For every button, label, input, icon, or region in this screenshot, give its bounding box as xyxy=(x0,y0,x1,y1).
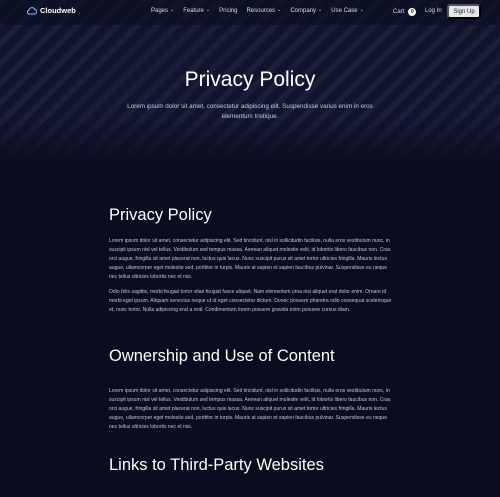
cart-label: Cart xyxy=(393,9,405,15)
main-menu: Pages ⌄ Feature ⌄ Pricing Resources ⌄ Co… xyxy=(151,7,364,14)
section-paragraph: Lorem ipsum dolor sit amet, consectetur … xyxy=(109,388,391,430)
chevron-down-icon: ⌄ xyxy=(205,7,211,13)
nav-item-label: Use Case xyxy=(331,8,358,14)
top-navbar: Cloudweb Pages ⌄ Feature ⌄ Pricing Resou… xyxy=(0,0,500,25)
cart-count-badge: 0 xyxy=(408,8,417,16)
login-link[interactable]: Log In xyxy=(425,8,442,14)
nav-item-pricing[interactable]: Pricing xyxy=(219,8,237,14)
nav-item-label: Pricing xyxy=(219,8,238,14)
nav-item-pages[interactable]: Pages ⌄ xyxy=(151,7,175,14)
cart-button[interactable]: Cart 0 xyxy=(393,8,417,16)
nav-item-label: Resources xyxy=(246,8,276,14)
nav-item-feature[interactable]: Feature ⌄ xyxy=(183,7,211,14)
nav-item-resources[interactable]: Resources ⌄ xyxy=(246,7,282,14)
section-heading: Ownership and Use of Content xyxy=(109,347,335,365)
section-heading: Links to Third-Party Websites xyxy=(109,456,324,474)
brand-name: Cloudweb xyxy=(40,6,76,15)
section-paragraph: Lorem ipsum dolor sit amet, consectetur … xyxy=(109,238,391,280)
chevron-down-icon: ⌄ xyxy=(277,7,282,13)
chevron-down-icon: ⌄ xyxy=(318,7,323,13)
cloud-icon xyxy=(26,6,37,15)
chevron-down-icon: ⌄ xyxy=(170,7,175,13)
signup-button[interactable]: Sign Up xyxy=(447,4,481,19)
brand-logo[interactable]: Cloudweb xyxy=(26,6,76,15)
chevron-down-icon: ⌄ xyxy=(359,7,364,13)
nav-item-label: Company xyxy=(290,8,317,14)
page-subtitle: Lorem ipsum dolor sit amet, consectetur … xyxy=(127,103,373,120)
nav-item-company[interactable]: Company ⌄ xyxy=(290,7,323,14)
nav-item-label: Pages xyxy=(151,8,169,14)
section-heading: Privacy Policy xyxy=(109,206,212,224)
nav-item-use-case[interactable]: Use Case ⌄ xyxy=(331,7,364,14)
nav-item-label: Feature xyxy=(183,8,204,14)
page-title: Privacy Policy xyxy=(184,68,316,91)
section-paragraph: Odio felis sagittis, morbi feugiat torto… xyxy=(109,289,392,313)
